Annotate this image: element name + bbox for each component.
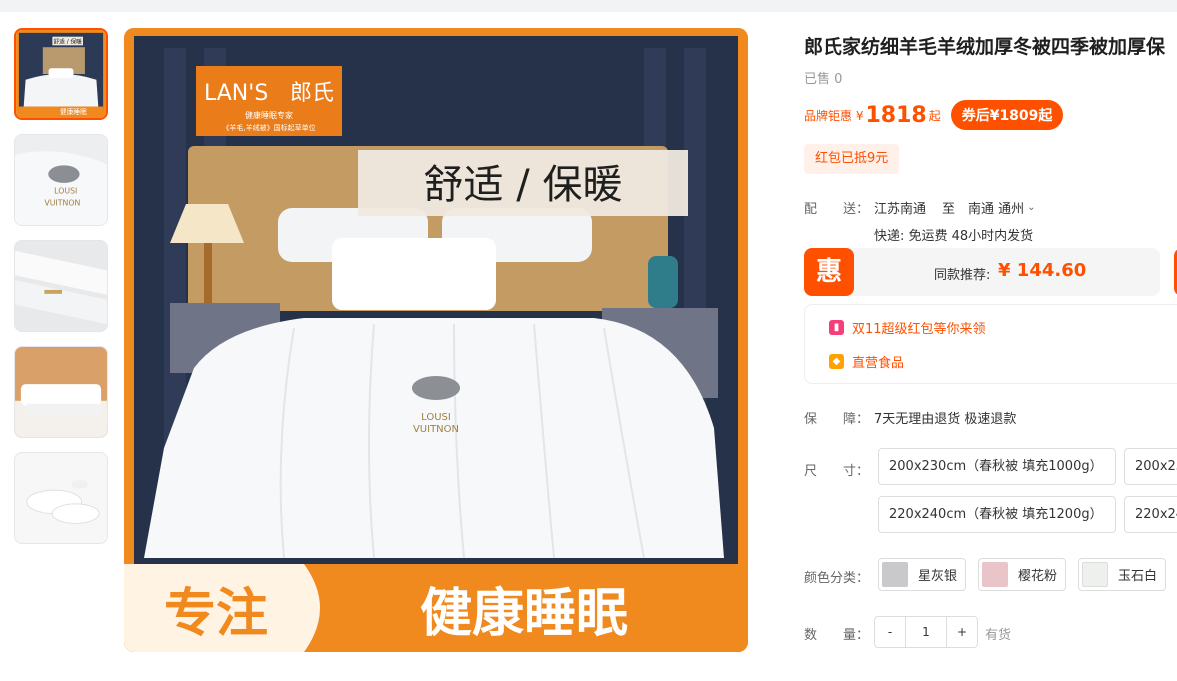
product-title: 郎氏家纺细羊毛羊绒加厚冬被四季被加厚保 xyxy=(804,36,1166,58)
thumbnail-1[interactable]: 舒适 / 保暖 健康睡眠 xyxy=(14,28,108,120)
deal-price: ¥ 144.60 xyxy=(998,260,1087,281)
color-option-3[interactable]: 玉石白 xyxy=(1078,558,1167,591)
image-banner-text: 舒适 / 保暖 xyxy=(424,162,623,208)
brand-logo-cn: 郎氏 xyxy=(290,81,334,106)
color-option-1[interactable]: 星灰银 xyxy=(878,558,967,591)
guarantee-text: 7天无理由退货 极速退款 xyxy=(874,412,1017,427)
thumbnail-4[interactable] xyxy=(14,346,108,438)
promo-box: ▮ 双11超级红包等你来领 ◆ 直营食品 xyxy=(804,304,1177,384)
shipping-to-word: 至 xyxy=(942,202,956,217)
deal-recommend[interactable]: 惠 同款推荐: ¥ 144.60 xyxy=(804,248,1177,296)
thumbnail-1-tag: 舒适 / 保暖 xyxy=(53,37,82,45)
guarantee-label: 保 障： xyxy=(804,412,870,427)
image-bottom-left: 专注 xyxy=(164,584,268,644)
shipping-label: 配 送： xyxy=(804,202,870,217)
embroidery-text-1: LOUSI xyxy=(421,412,451,423)
price-suffix: 起 xyxy=(928,108,941,123)
color-label: 颜色分类： xyxy=(804,571,870,586)
thumbnail-list: 舒适 / 保暖 健康睡眠 LOUSI VUITNON xyxy=(14,28,108,558)
quantity-increase-button[interactable]: + xyxy=(947,617,977,647)
deal-badge: 惠 xyxy=(804,248,854,296)
color-swatch-3 xyxy=(1082,562,1108,587)
thumbnail-1-caption: 健康睡眠 xyxy=(60,107,87,116)
shipping-destination-text: 南通 通州 xyxy=(968,202,1025,217)
quantity-label: 数 量： xyxy=(804,628,870,643)
color-option-2-label: 樱花粉 xyxy=(1018,569,1058,584)
price-row: 品牌钜惠 ¥ 1818 起 券后¥1809起 xyxy=(804,99,1064,131)
sold-count: 已售 0 xyxy=(804,72,843,87)
diamond-icon: ◆ xyxy=(829,354,844,369)
thumbnail-1-image: 舒适 / 保暖 健康睡眠 xyxy=(16,30,106,118)
size-option-4[interactable]: 220x24 xyxy=(1124,496,1177,533)
main-product-image[interactable]: LOUSI VUITNON LAN'S 郎氏 健康睡眠专家 《羊毛,羊绒被》国标… xyxy=(124,28,748,652)
thumbnail-5[interactable] xyxy=(14,452,108,544)
price-value: 1818 xyxy=(865,102,927,128)
color-option-3-label: 玉石白 xyxy=(1118,569,1158,584)
brand-logo-en: LAN'S xyxy=(204,81,268,106)
thumbnail-2-text2: VUITNON xyxy=(44,198,80,207)
image-bottom-right: 健康睡眠 xyxy=(420,584,628,644)
embroidery-text-2: VUITNON xyxy=(413,424,459,435)
quantity-decrease-button[interactable]: - xyxy=(875,617,905,647)
thumbnail-5-image xyxy=(15,453,107,543)
size-option-1[interactable]: 200x230cm（春秋被 填充1000g） xyxy=(878,448,1116,485)
shipping-from: 江苏南通 xyxy=(874,202,927,217)
stock-status: 有货 xyxy=(985,628,1012,643)
thumbnail-3-image xyxy=(15,241,107,331)
thumbnail-4-image xyxy=(15,347,107,437)
color-swatch-1 xyxy=(882,562,908,587)
color-option-1-label: 星灰银 xyxy=(918,569,958,584)
thumbnail-3[interactable] xyxy=(14,240,108,332)
product-info: 郎氏家纺细羊毛羊绒加厚冬被四季被加厚保 已售 0 品牌钜惠 ¥ 1818 起 券… xyxy=(804,0,1177,681)
quantity-stepper: - 1 + xyxy=(874,616,978,648)
color-option-2[interactable]: 樱花粉 xyxy=(978,558,1067,591)
brand-tagline-2: 《羊毛,羊绒被》国标起草单位 xyxy=(222,123,315,132)
promo-direct-text: 直营食品 xyxy=(852,356,905,371)
size-option-2[interactable]: 200x23 xyxy=(1124,448,1177,485)
color-swatch-2 xyxy=(982,562,1008,587)
chevron-down-icon: ⌄ xyxy=(1027,202,1036,213)
thumbnail-2[interactable]: LOUSI VUITNON xyxy=(14,134,108,226)
promo-direct[interactable]: ◆ 直营食品 xyxy=(829,352,904,371)
thumbnail-2-text1: LOUSI xyxy=(54,187,77,196)
gift-icon: ▮ xyxy=(829,320,844,335)
price-label: 品牌钜惠 ¥ xyxy=(804,108,864,123)
shipping-details: 快递: 免运费 48小时内发货 xyxy=(874,229,1034,244)
hongbao-tag[interactable]: 红包已抵9元 xyxy=(804,144,900,174)
promo-hongbao[interactable]: ▮ 双11超级红包等你来领 xyxy=(829,318,986,337)
thumbnail-2-image: LOUSI VUITNON xyxy=(15,135,107,225)
promo-hongbao-text: 双11超级红包等你来领 xyxy=(852,322,986,337)
deal-label: 同款推荐: xyxy=(934,268,991,283)
quantity-input[interactable]: 1 xyxy=(905,617,947,647)
size-label: 尺 寸： xyxy=(804,464,870,479)
shipping-destination[interactable]: 南通 通州 ⌄ xyxy=(968,198,1036,217)
size-option-3[interactable]: 220x240cm（春秋被 填充1200g） xyxy=(878,496,1116,533)
brand-tagline-1: 健康睡眠专家 xyxy=(245,110,293,120)
coupon-price-badge[interactable]: 券后¥1809起 xyxy=(950,100,1064,130)
